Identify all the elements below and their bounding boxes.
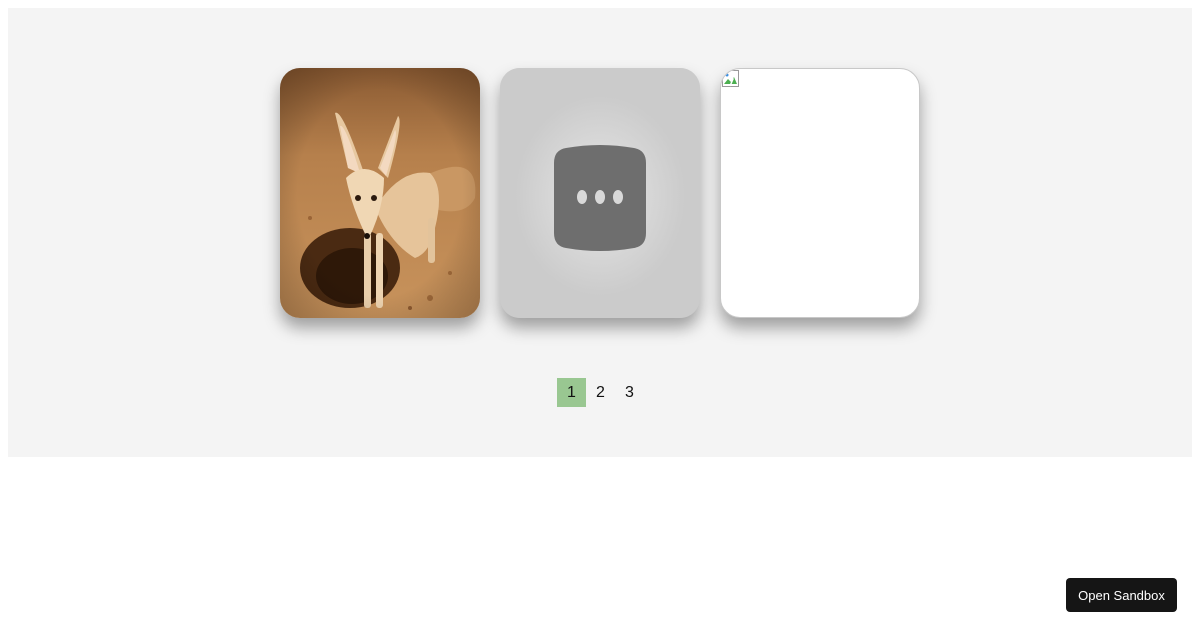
page-button-2[interactable]: 2: [586, 378, 615, 407]
fox-image: [280, 68, 480, 318]
loading-placeholder: [500, 68, 700, 318]
ellipsis-icon: [554, 145, 646, 251]
carousel-card-broken-image[interactable]: [720, 68, 920, 318]
page-button-3[interactable]: 3: [615, 378, 644, 407]
broken-image-icon: [722, 70, 739, 87]
pagination: 1 2 3: [557, 378, 644, 407]
carousel-card-fox[interactable]: [280, 68, 480, 318]
page-button-1[interactable]: 1: [557, 378, 586, 407]
carousel-card-loading[interactable]: [500, 68, 700, 318]
open-sandbox-button[interactable]: Open Sandbox: [1066, 578, 1177, 612]
carousel-stage: 1 2 3: [8, 8, 1192, 457]
